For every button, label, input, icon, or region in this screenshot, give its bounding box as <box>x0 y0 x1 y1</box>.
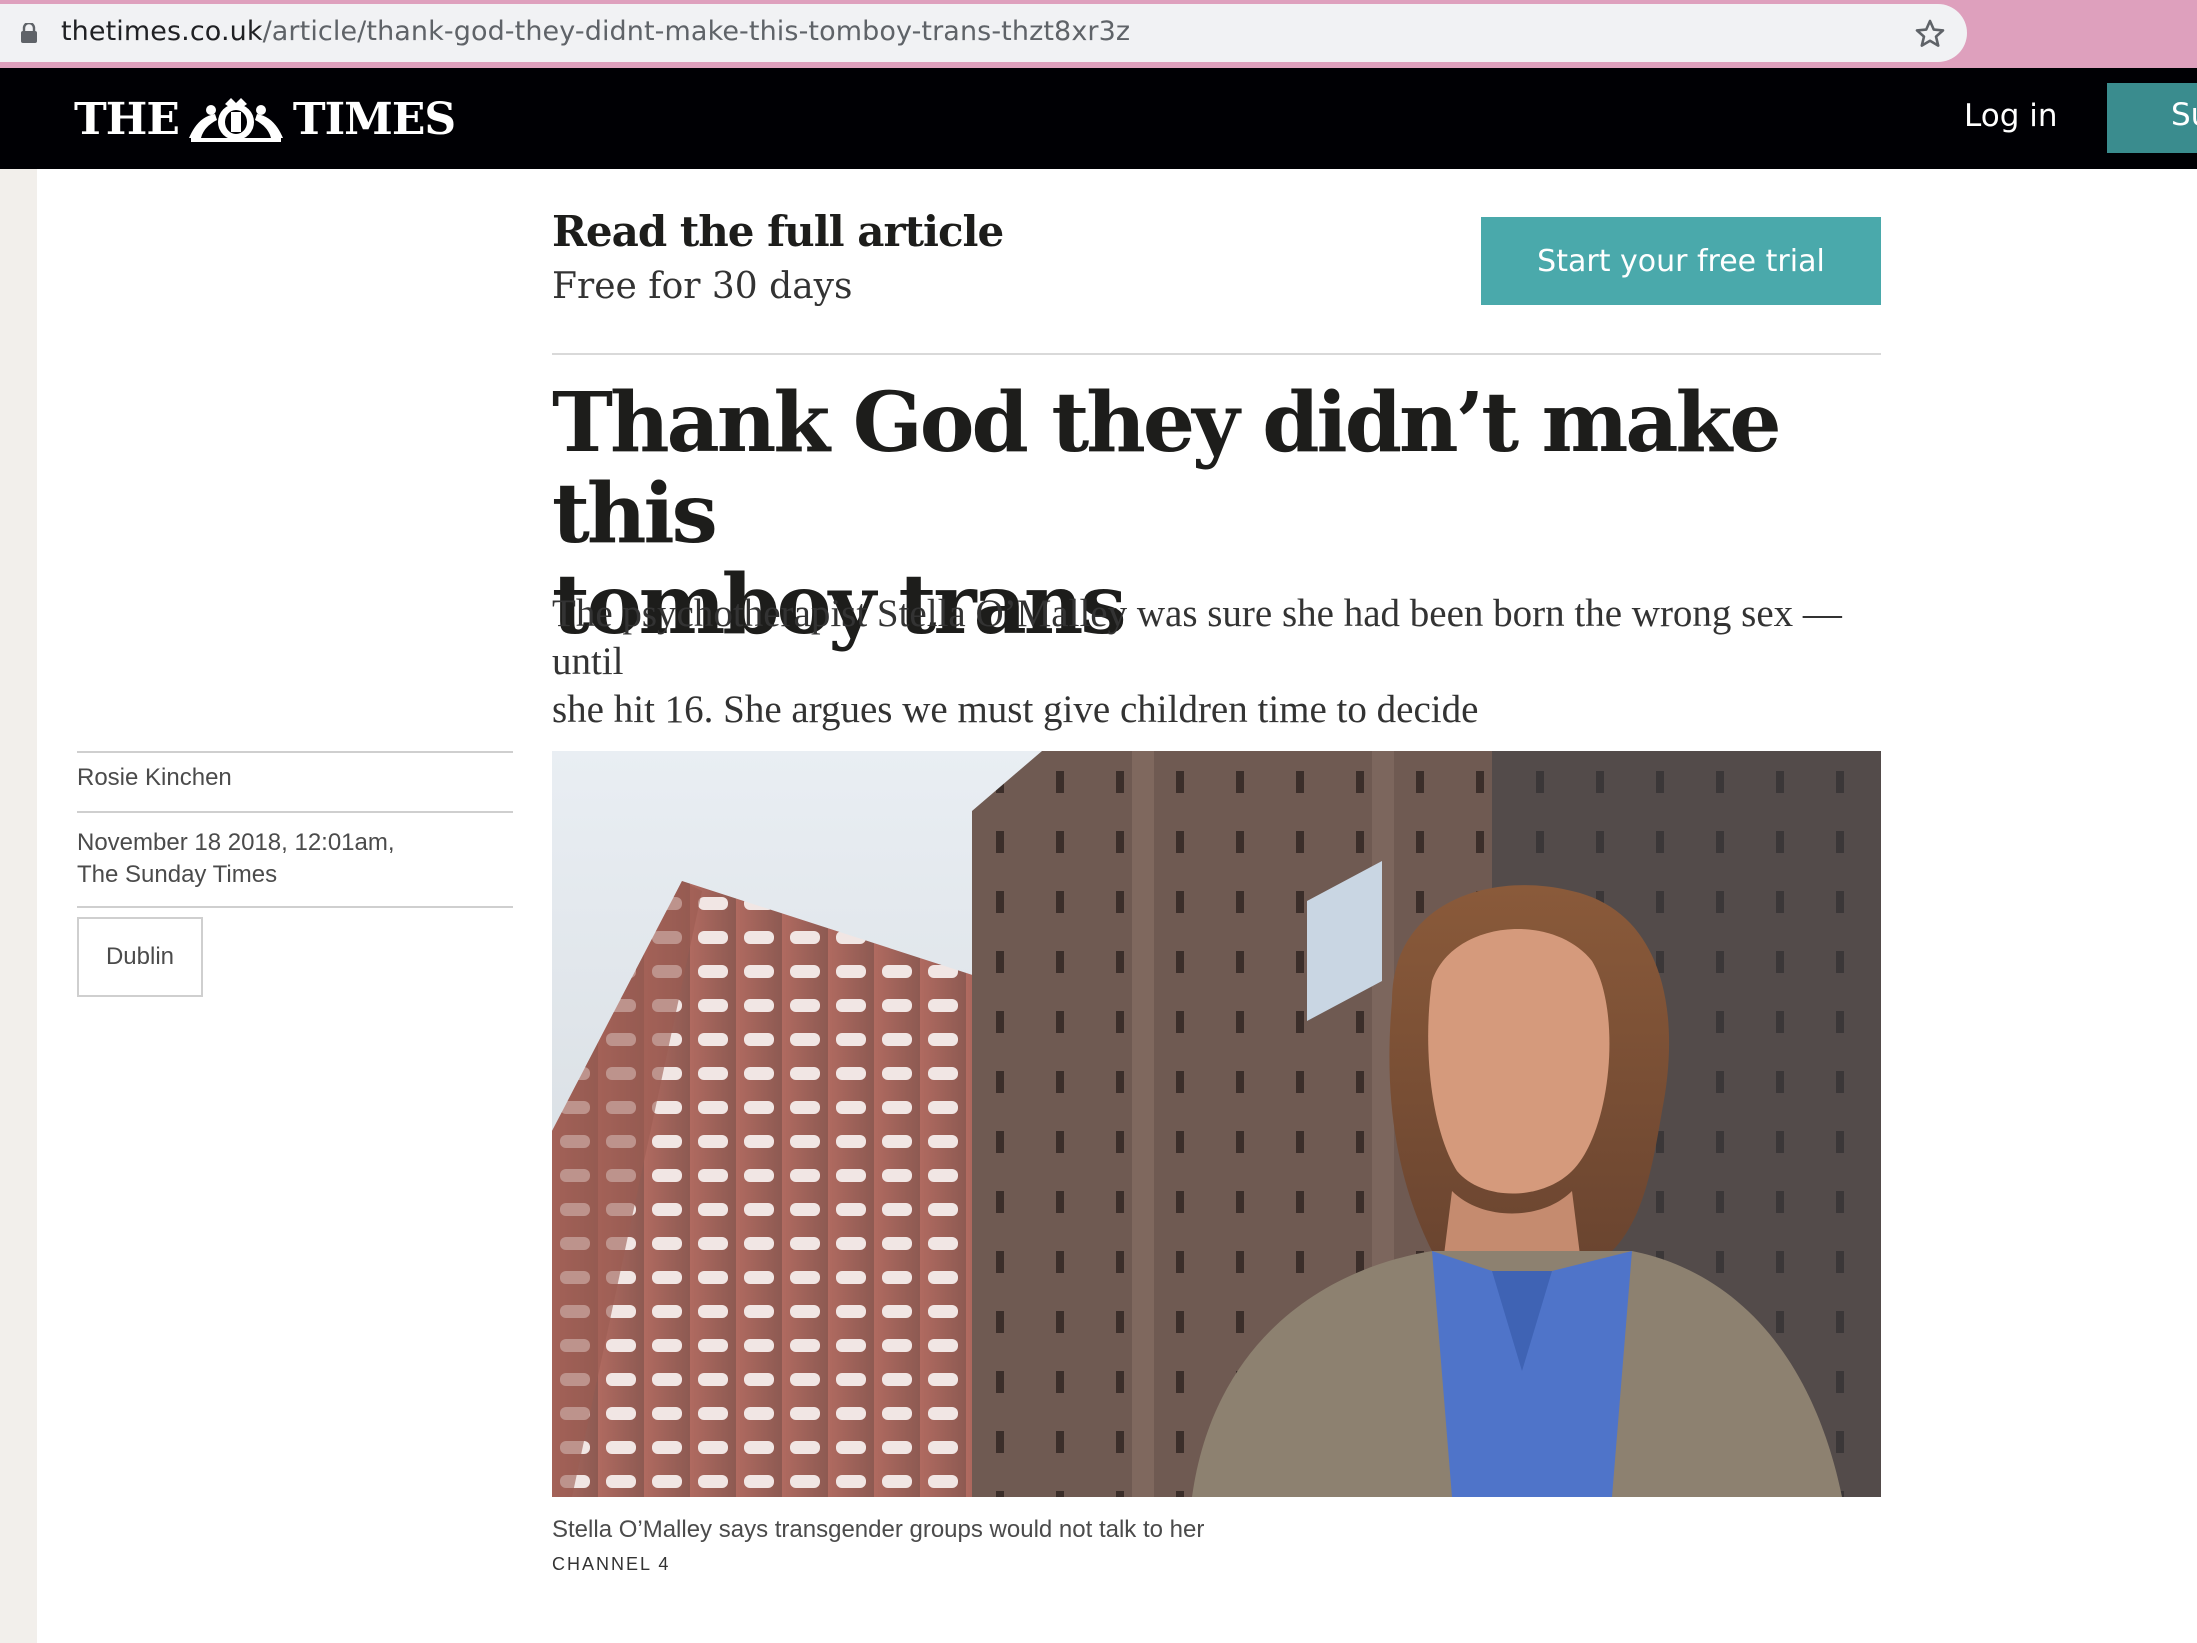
article-meta: Rosie Kinchen November 18 2018, 12:01am,… <box>77 751 513 908</box>
topic-tag-dublin[interactable]: Dublin <box>77 917 203 997</box>
url-domain: thetimes.co.uk <box>61 16 263 47</box>
address-bar[interactable]: thetimes.co.uk/article/thank-god-they-di… <box>0 4 1967 62</box>
standfirst-line-1: The psychotherapist Stella O’Malley was … <box>552 592 1842 683</box>
page-gutter <box>0 169 37 1643</box>
site-header: THE TIMES Log in Su <box>0 68 2197 169</box>
publish-dateline: November 18 2018, 12:01am, The Sunday Ti… <box>77 813 513 906</box>
publication-name: The Sunday Times <box>77 861 278 888</box>
divider <box>77 906 513 908</box>
promo-subtitle: Free for 30 days <box>552 266 853 307</box>
start-free-trial-button[interactable]: Start your free trial <box>1481 217 1881 305</box>
standfirst-line-2: she hit 16. She argues we must give chil… <box>552 688 1479 731</box>
headline-line-1: Thank God they didn’t make this <box>552 375 1782 562</box>
image-caption: Stella O’Malley says transgender groups … <box>552 1516 1205 1543</box>
browser-toolbar: thetimes.co.uk/article/thank-god-they-di… <box>0 0 2197 68</box>
divider <box>552 353 1881 355</box>
login-link[interactable]: Log in <box>1964 98 2057 134</box>
url-text: thetimes.co.uk/article/thank-god-they-di… <box>61 16 1130 47</box>
the-times-logo[interactable]: THE TIMES <box>74 93 456 145</box>
royal-crest-icon <box>188 98 283 142</box>
url-path: /article/thank-god-they-didnt-make-this-… <box>262 16 1131 47</box>
logo-word-times: TIMES <box>292 93 456 145</box>
image-credit: CHANNEL 4 <box>552 1554 671 1574</box>
article-hero-image <box>552 751 1881 1497</box>
logo-word-the: THE <box>74 93 180 145</box>
article-standfirst: The psychotherapist Stella O’Malley was … <box>552 590 1897 734</box>
publish-date: November 18 2018, 12:01am, <box>77 829 395 856</box>
subscribe-button[interactable]: Su <box>2107 83 2197 153</box>
bookmark-star-icon[interactable] <box>1913 17 1947 51</box>
promo-title: Read the full article <box>552 207 1004 256</box>
author-name[interactable]: Rosie Kinchen <box>77 753 513 811</box>
lock-icon <box>21 23 37 43</box>
